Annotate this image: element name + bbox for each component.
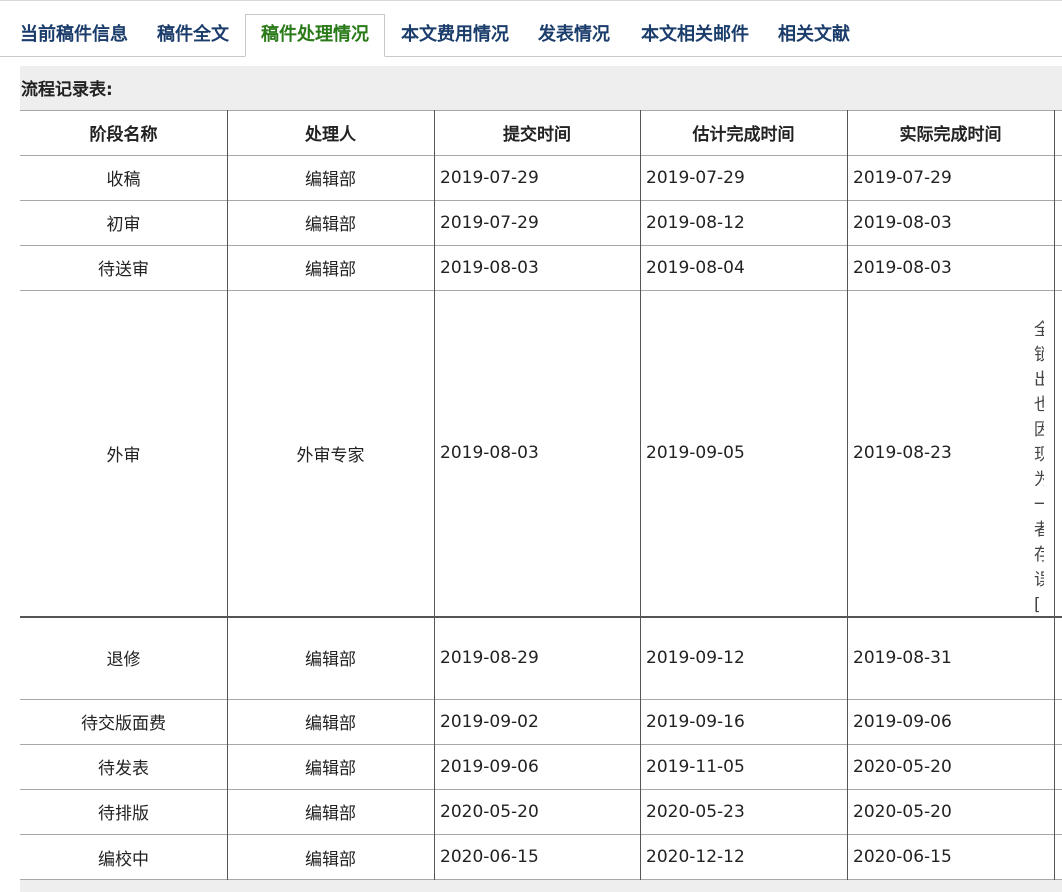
cell-stage-name: 待送审 xyxy=(98,260,149,280)
cell-submit-time: 2019-09-02 xyxy=(440,711,539,732)
cell-estimated-finish-time: 2019-08-12 xyxy=(646,212,745,233)
cell-stage-name: 待排版 xyxy=(98,804,149,824)
table-column-divider xyxy=(1054,110,1055,880)
section-title: 流程记录表: xyxy=(21,80,113,100)
cell-handler: 外审专家 xyxy=(296,445,365,466)
cell-stage-name: 退修 xyxy=(106,650,141,670)
cell-stage-name: 待发表 xyxy=(98,759,149,779)
cell-handler: 编辑部 xyxy=(305,260,356,280)
cell-stage-name: 初审 xyxy=(106,215,141,235)
cell-handler: 编辑部 xyxy=(305,849,356,870)
cell-handler: 编辑部 xyxy=(305,170,356,190)
tab-current-manuscript-info[interactable]: 当前稿件信息 xyxy=(20,15,128,57)
cell-actual-finish-time: 2020-06-15 xyxy=(853,847,952,867)
cell-submit-time: 2019-08-03 xyxy=(440,443,539,463)
cell-stage-name: 编校中 xyxy=(98,849,149,870)
cell-actual-finish-time: 2019-09-06 xyxy=(853,711,952,732)
truncated-side-text: 全锁出也因现为一者存误[ xyxy=(1034,320,1044,615)
header-submit-time: 提交时间 xyxy=(503,125,571,145)
cell-submit-time: 2019-08-29 xyxy=(440,647,539,668)
cell-submit-time: 2020-06-15 xyxy=(440,847,539,867)
process-record-table: 阶段名称 处理人 提交时间 估计完成时间 实际完成时间 收稿 编辑部 2019-07-29 20… xyxy=(20,110,1062,880)
cell-estimated-finish-time: 2020-05-23 xyxy=(646,801,745,822)
cell-estimated-finish-time: 2020-12-12 xyxy=(646,847,745,867)
cell-submit-time: 2019-07-29 xyxy=(440,212,539,233)
tab-fee-status[interactable]: 本文费用情况 xyxy=(401,15,509,57)
tab-related-emails[interactable]: 本文相关邮件 xyxy=(641,15,749,57)
tab-related-references[interactable]: 相关文献 xyxy=(778,15,850,57)
cell-actual-finish-time: 2020-05-20 xyxy=(853,801,952,822)
tab-processing-status[interactable]: 稿件处理情况 xyxy=(245,14,385,57)
cell-actual-finish-time: 2019-08-23 xyxy=(853,443,952,463)
cell-stage-name: 待交版面费 xyxy=(81,714,166,734)
cell-estimated-finish-time: 2019-11-05 xyxy=(646,756,745,777)
cell-actual-finish-time: 2020-05-20 xyxy=(853,756,952,777)
header-estimated-finish-time: 估计完成时间 xyxy=(692,125,795,145)
cell-submit-time: 2019-09-06 xyxy=(440,756,539,777)
cell-estimated-finish-time: 2019-08-04 xyxy=(646,257,745,278)
cell-actual-finish-time: 2019-08-03 xyxy=(853,257,952,278)
cell-submit-time: 2019-08-03 xyxy=(440,257,539,278)
cell-submit-time: 2019-07-29 xyxy=(440,167,539,188)
tab-publication-status[interactable]: 发表情况 xyxy=(538,15,610,57)
cell-submit-time: 2020-05-20 xyxy=(440,801,539,822)
cell-actual-finish-time: 2019-07-29 xyxy=(853,167,952,188)
cell-estimated-finish-time: 2019-09-05 xyxy=(646,443,745,463)
tab-divider xyxy=(0,56,1062,57)
cell-actual-finish-time: 2019-08-03 xyxy=(853,212,952,233)
cell-handler: 编辑部 xyxy=(305,650,356,670)
header-stage-name: 阶段名称 xyxy=(89,125,158,145)
header-handler: 处理人 xyxy=(305,125,356,145)
cell-estimated-finish-time: 2019-07-29 xyxy=(646,167,745,188)
tab-manuscript-fulltext[interactable]: 稿件全文 xyxy=(157,15,229,57)
cell-handler: 编辑部 xyxy=(305,804,356,824)
cell-handler: 编辑部 xyxy=(305,759,356,779)
cell-estimated-finish-time: 2019-09-12 xyxy=(646,647,745,668)
cell-actual-finish-time: 2019-08-31 xyxy=(853,647,952,668)
tab-bar: 当前稿件信息 稿件全文 稿件处理情况 本文费用情况 发表情况 本文相关邮件 相关… xyxy=(0,0,1062,57)
cell-handler: 编辑部 xyxy=(305,215,356,235)
header-actual-finish-time: 实际完成时间 xyxy=(899,125,1002,145)
cell-handler: 编辑部 xyxy=(305,714,356,734)
cell-estimated-finish-time: 2019-09-16 xyxy=(646,711,745,732)
cell-stage-name: 外审 xyxy=(106,445,141,466)
cell-stage-name: 收稿 xyxy=(106,170,141,190)
